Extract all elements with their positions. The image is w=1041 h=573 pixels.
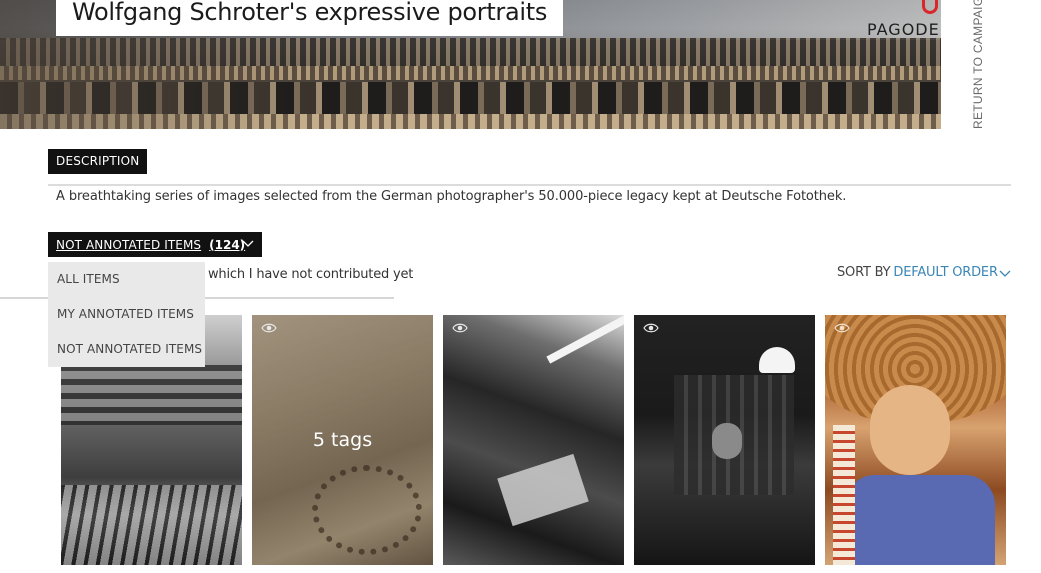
return-to-campaigns-label[interactable]: RETURN TO CAMPAIGNS xyxy=(971,0,985,129)
item-thumbnail-4[interactable] xyxy=(634,315,815,565)
eye-icon xyxy=(452,323,468,333)
photo-detail xyxy=(712,423,742,459)
photo-detail xyxy=(546,315,624,364)
description-text: A breathtaking series of images selected… xyxy=(56,189,847,204)
filter-option-all-items[interactable]: ALL ITEMS xyxy=(48,262,205,297)
sort-chevron-down-icon[interactable] xyxy=(999,268,1011,280)
filter-option-my-annotated[interactable]: MY ANNOTATED ITEMS xyxy=(48,297,205,332)
photo-detail xyxy=(497,453,589,527)
sort-control[interactable]: SORT BY DEFAULT ORDER xyxy=(837,265,998,280)
filter-selected-count[interactable]: (124) xyxy=(209,238,245,252)
item-thumbnail-2[interactable]: 5 tags xyxy=(252,315,433,565)
page-title-box: Wolfgang Schroter's expressive portraits xyxy=(56,0,564,36)
sort-label: SORT BY xyxy=(837,265,891,280)
description-divider xyxy=(48,184,1011,186)
item-tag-count[interactable]: 5 tags xyxy=(252,315,433,565)
logo-mark-icon xyxy=(922,0,938,14)
filter-option-not-annotated[interactable]: NOT ANNOTATED ITEMS xyxy=(48,332,205,367)
logo-text: PAGODE xyxy=(867,20,940,39)
return-to-campaigns-link[interactable]: RETURN TO CAMPAIGNS xyxy=(966,0,988,129)
eye-icon xyxy=(834,323,850,333)
pagode-logo: PAGODE xyxy=(866,0,941,42)
sort-value[interactable]: DEFAULT ORDER xyxy=(893,265,998,280)
photo-detail xyxy=(61,485,242,565)
filter-hint-text: which I have not contributed yet xyxy=(208,267,414,282)
chevron-down-icon[interactable] xyxy=(241,237,255,251)
photo-detail xyxy=(61,365,242,425)
filter-dropdown-button[interactable]: NOT ANNOTATED ITEMS (124) xyxy=(48,232,262,257)
description-tab[interactable]: DESCRIPTION xyxy=(48,149,148,174)
filter-dropdown-menu: ALL ITEMS MY ANNOTATED ITEMS NOT ANNOTAT… xyxy=(48,262,205,367)
photo-detail xyxy=(845,475,995,565)
photo-detail xyxy=(759,347,795,373)
item-thumbnail-5[interactable] xyxy=(825,315,1006,565)
photo-detail xyxy=(833,425,855,565)
item-thumbnail-3[interactable] xyxy=(443,315,624,565)
page-title: Wolfgang Schroter's expressive portraits xyxy=(72,0,548,26)
filter-selected-label[interactable]: NOT ANNOTATED ITEMS xyxy=(56,238,201,252)
photo-detail xyxy=(870,385,950,475)
eye-icon xyxy=(643,323,659,333)
